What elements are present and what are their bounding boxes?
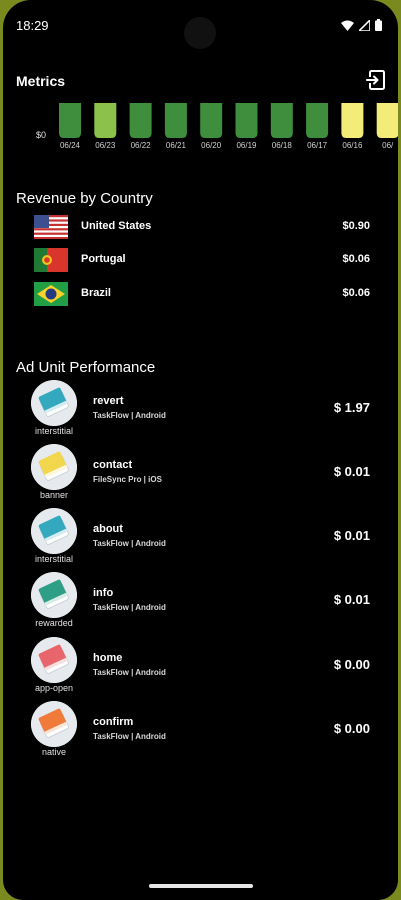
battery-icon bbox=[375, 19, 382, 31]
teal-book-icon bbox=[31, 380, 77, 426]
ad-unit-app: FileSync Pro | iOS bbox=[93, 475, 162, 484]
country-name: Brazil bbox=[81, 287, 111, 299]
chart-bar[interactable] bbox=[235, 103, 258, 138]
brazil-flag-icon bbox=[34, 282, 68, 306]
country-row: Brazil $0.06 bbox=[3, 280, 398, 310]
chart-bar[interactable] bbox=[129, 103, 152, 138]
ad-unit-app: TaskFlow | Android bbox=[93, 539, 166, 548]
status-time: 18:29 bbox=[16, 18, 49, 33]
green-book-icon bbox=[31, 572, 77, 618]
country-name: United States bbox=[81, 220, 152, 232]
country-revenue: $0.90 bbox=[342, 220, 370, 232]
ad-unit-app: TaskFlow | Android bbox=[93, 732, 166, 741]
country-revenue: $0.06 bbox=[342, 287, 370, 299]
country-row: Portugal $0.06 bbox=[3, 246, 398, 276]
status-icons bbox=[341, 19, 382, 31]
front-camera bbox=[184, 17, 216, 49]
chart-bar[interactable] bbox=[59, 103, 81, 138]
logout-icon[interactable] bbox=[364, 68, 388, 92]
us-flag-icon bbox=[34, 215, 68, 239]
ad-unit-name: home bbox=[93, 652, 123, 664]
ad-unit-name: contact bbox=[93, 459, 133, 471]
ad-unit-row[interactable]: app-open home TaskFlow | Android $ 0.00 bbox=[3, 637, 398, 701]
yellow-book-icon bbox=[31, 444, 77, 490]
status-bar: 18:29 bbox=[3, 0, 398, 52]
cellular-signal-icon bbox=[359, 19, 370, 31]
x-tick-label: 06/16 bbox=[342, 141, 363, 150]
x-tick-label: 06/21 bbox=[166, 141, 187, 150]
ad-unit-row[interactable]: interstitial about TaskFlow | Android $ 0.0… bbox=[3, 508, 398, 572]
red-book-icon bbox=[31, 637, 77, 683]
ad-format-label: banner bbox=[39, 490, 69, 500]
page-title: Metrics bbox=[16, 73, 66, 89]
ad-unit-app: TaskFlow | Android bbox=[93, 603, 166, 612]
chart-bar[interactable] bbox=[270, 103, 293, 138]
ad-unit-name: info bbox=[93, 587, 114, 599]
x-tick-label: 06/17 bbox=[307, 141, 328, 150]
ad-format-label: rewarded bbox=[35, 618, 73, 628]
bar-chart-svg: $0 06/24 06/23 06/22 06/21 06/20 06/19 06/18 06/… bbox=[36, 103, 398, 150]
ad-format-label: app-open bbox=[34, 683, 74, 693]
ad-unit-row[interactable]: banner contact FileSync Pro | iOS $ 0.01 bbox=[3, 444, 398, 508]
ad-unit-app: TaskFlow | Android bbox=[93, 668, 166, 677]
revenue-bar-chart: $0 06/24 06/23 06/22 06/21 06/20 06/19 06/18 06/… bbox=[3, 103, 398, 155]
wifi-icon bbox=[341, 20, 354, 31]
ad-format-label: native bbox=[41, 747, 67, 757]
orange-book-icon bbox=[31, 701, 77, 747]
ad-unit-revenue: $ 0.01 bbox=[333, 464, 370, 479]
chart-bar[interactable] bbox=[341, 103, 364, 138]
ad-unit-row[interactable]: interstitial revert TaskFlow | Android $ 1.… bbox=[3, 380, 398, 444]
chart-bar[interactable] bbox=[200, 103, 223, 138]
portugal-flag-icon bbox=[34, 248, 68, 272]
ad-unit-row[interactable]: rewarded info TaskFlow | Android $ 0.01 bbox=[3, 572, 398, 636]
teal-book-icon bbox=[31, 508, 77, 554]
ad-format-label: interstitial bbox=[34, 426, 73, 436]
chart-bar[interactable] bbox=[306, 103, 329, 138]
x-tick-label: 06/ bbox=[382, 141, 394, 150]
country-revenue: $0.06 bbox=[342, 253, 370, 265]
ad-unit-row[interactable]: native confirm TaskFlow | Android $ 0.00 bbox=[3, 701, 398, 765]
ad-unit-name: about bbox=[93, 523, 123, 535]
ad-unit-performance-title: Ad Unit Performance bbox=[16, 359, 156, 376]
country-name: Portugal bbox=[81, 253, 126, 265]
ad-unit-name: revert bbox=[93, 395, 124, 407]
chart-bar[interactable] bbox=[164, 103, 187, 138]
x-tick-label: 06/19 bbox=[236, 141, 257, 150]
chart-bar[interactable] bbox=[376, 103, 398, 138]
x-tick-label: 06/18 bbox=[272, 141, 293, 150]
home-indicator[interactable] bbox=[149, 884, 253, 888]
app-bar: Metrics bbox=[3, 60, 398, 100]
chart-bar[interactable] bbox=[94, 103, 117, 138]
ad-unit-name: confirm bbox=[93, 716, 134, 728]
ad-unit-revenue: $ 0.01 bbox=[333, 592, 370, 607]
ad-unit-revenue: $ 1.97 bbox=[333, 400, 370, 415]
country-row: United States $0.90 bbox=[3, 213, 398, 243]
x-tick-label: 06/23 bbox=[95, 141, 116, 150]
x-tick-label: 06/22 bbox=[131, 141, 152, 150]
ad-unit-revenue: $ 0.00 bbox=[333, 657, 370, 672]
y-tick-label: $0 bbox=[36, 130, 46, 140]
ad-unit-app: TaskFlow | Android bbox=[93, 411, 166, 420]
ad-unit-revenue: $ 0.00 bbox=[333, 721, 370, 736]
ad-format-label: interstitial bbox=[34, 554, 73, 564]
phone-screen: 18:29 Metrics $0 06/24 06/23 06/22 06/21 06/2… bbox=[3, 0, 398, 900]
x-tick-label: 06/20 bbox=[201, 141, 222, 150]
revenue-by-country-title: Revenue by Country bbox=[16, 190, 153, 207]
x-tick-label: 06/24 bbox=[60, 141, 81, 150]
ad-unit-revenue: $ 0.01 bbox=[333, 528, 370, 543]
